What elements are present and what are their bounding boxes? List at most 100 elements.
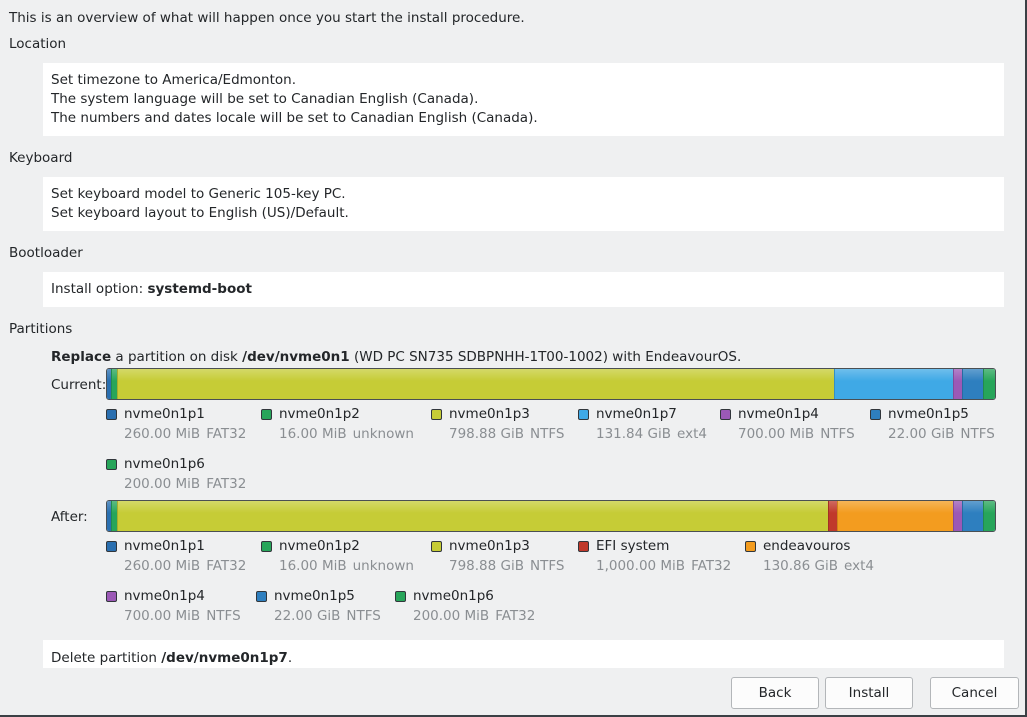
replace-word: Replace (51, 349, 112, 365)
cancel-button[interactable]: Cancel (930, 677, 1019, 709)
location-title: Location (9, 36, 67, 52)
legend-swatch (745, 541, 756, 552)
legend-partition-size: 200.00 MiB (413, 608, 490, 624)
legend-partition-name: nvme0n1p1 (124, 538, 205, 554)
legend-partition-info: 130.86 GiB ext4 (763, 558, 874, 574)
partition-segment-5 (953, 501, 963, 531)
keyboard-box: Set keyboard model to Generic 105-key PC… (43, 177, 1004, 231)
legend-partition-name: nvme0n1p1 (124, 406, 205, 422)
keyboard-title: Keyboard (9, 150, 73, 166)
legend-partition-name: nvme0n1p3 (449, 406, 530, 422)
legend-partition-name: nvme0n1p2 (279, 538, 360, 554)
legend-swatch (106, 459, 117, 470)
legend-partition-size: 260.00 MiB (124, 558, 201, 574)
legend-partition-size: 16.00 MiB (279, 426, 347, 442)
current-label: Current: (51, 377, 107, 393)
legend-partition-info: 16.00 MiB unknown (279, 558, 414, 574)
legend-swatch (256, 591, 267, 602)
legend-partition-name: nvme0n1p5 (888, 406, 969, 422)
legend-partition-fs: FAT32 (206, 426, 247, 442)
delete-suffix: . (287, 650, 293, 666)
header-text: a partition on disk (111, 349, 243, 365)
legend-partition-size: 22.00 GiB (274, 608, 341, 624)
keyboard-layout-line: Set keyboard layout to English (US)/Defa… (51, 205, 349, 221)
legend-swatch (106, 541, 117, 552)
partition-segment-2 (116, 369, 835, 399)
disk-path: /dev/nvme0n1 (242, 349, 350, 365)
legend-partition-fs: unknown (352, 558, 414, 574)
partition-segment-7 (982, 501, 995, 531)
bootloader-line: Install option: systemd-boot (51, 280, 1004, 299)
delete-prefix: Delete partition (51, 650, 162, 666)
legend-partition-fs: NTFS (960, 426, 995, 442)
legend-partition-fs: NTFS (530, 426, 565, 442)
legend-partition-size: 1,000.00 MiB (596, 558, 686, 574)
legend-partition-fs: FAT32 (495, 608, 536, 624)
legend-partition-size: 200.00 MiB (124, 476, 201, 492)
delete-path: /dev/nvme0n1p7 (161, 650, 288, 666)
legend-partition-size: 22.00 GiB (888, 426, 955, 442)
legend-swatch (395, 591, 406, 602)
legend-partition-name: EFI system (596, 538, 670, 554)
legend-partition-fs: NTFS (530, 558, 565, 574)
legend-partition-name: nvme0n1p2 (279, 406, 360, 422)
legend-partition-fs: FAT32 (206, 476, 247, 492)
disk-description: (WD PC SN735 SDBPNHH-1T00-1002) with End… (349, 349, 742, 365)
legend-partition-size: 130.86 GiB (763, 558, 839, 574)
legend-swatch (431, 409, 442, 420)
legend-partition-name: nvme0n1p4 (738, 406, 819, 422)
location-box: Set timezone to America/Edmonton. The sy… (43, 63, 1004, 136)
legend-swatch (578, 541, 589, 552)
legend-partition-name: nvme0n1p6 (124, 456, 205, 472)
legend-swatch (578, 409, 589, 420)
legend-partition-info: 200.00 MiB FAT32 (413, 608, 535, 624)
legend-swatch (720, 409, 731, 420)
install-button[interactable]: Install (825, 677, 913, 709)
timezone-line: Set timezone to America/Edmonton. (51, 72, 297, 88)
legend-partition-size: 700.00 MiB (738, 426, 815, 442)
legend-partition-fs: FAT32 (691, 558, 732, 574)
legend-partition-info: 131.84 GiB ext4 (596, 426, 707, 442)
legend-swatch (261, 409, 272, 420)
back-button[interactable]: Back (731, 677, 819, 709)
legend-partition-info: 200.00 MiB FAT32 (124, 476, 246, 492)
legend-partition-info: 798.88 GiB NTFS (449, 558, 564, 574)
delete-box: Delete partition /dev/nvme0n1p7. (43, 640, 1004, 668)
legend-partition-info: 798.88 GiB NTFS (449, 426, 564, 442)
legend-partition-name: nvme0n1p7 (596, 406, 677, 422)
current-partition-bar (106, 368, 996, 400)
after-label: After: (51, 509, 88, 525)
legend-swatch (106, 409, 117, 420)
legend-partition-name: nvme0n1p3 (449, 538, 530, 554)
legend-partition-fs: NTFS (820, 426, 855, 442)
legend-partition-size: 700.00 MiB (124, 608, 201, 624)
legend-partition-size: 260.00 MiB (124, 426, 201, 442)
locale-line: The numbers and dates locale will be set… (51, 110, 538, 126)
legend-partition-info: 22.00 GiB NTFS (274, 608, 381, 624)
legend-partition-fs: NTFS (346, 608, 381, 624)
legend-partition-name: endeavouros (763, 538, 851, 554)
legend-partition-info: 22.00 GiB NTFS (888, 426, 995, 442)
legend-partition-info: 260.00 MiB FAT32 (124, 558, 246, 574)
partition-action-header: Replace a partition on disk /dev/nvme0n1… (51, 349, 741, 365)
bootloader-box: Install option: systemd-boot (43, 272, 1004, 307)
legend-partition-fs: unknown (352, 426, 414, 442)
legend-partition-size: 131.84 GiB (596, 426, 672, 442)
legend-partition-size: 16.00 MiB (279, 558, 347, 574)
partition-segment-4 (836, 501, 954, 531)
bootloader-title: Bootloader (9, 245, 83, 261)
legend-partition-name: nvme0n1p4 (124, 588, 205, 604)
after-partition-bar (106, 500, 996, 532)
partition-segment-3 (834, 369, 954, 399)
legend-partition-fs: FAT32 (206, 558, 247, 574)
bootloader-value: systemd-boot (147, 281, 252, 297)
legend-partition-info: 260.00 MiB FAT32 (124, 426, 246, 442)
legend-partition-info: 700.00 MiB NTFS (124, 608, 241, 624)
keyboard-model-line: Set keyboard model to Generic 105-key PC… (51, 186, 346, 202)
partition-segment-5 (962, 369, 983, 399)
partition-segment-6 (962, 501, 983, 531)
legend-partition-fs: NTFS (206, 608, 241, 624)
bootloader-prefix: Install option: (51, 281, 148, 297)
partition-segment-2 (116, 501, 829, 531)
legend-partition-name: nvme0n1p6 (413, 588, 494, 604)
